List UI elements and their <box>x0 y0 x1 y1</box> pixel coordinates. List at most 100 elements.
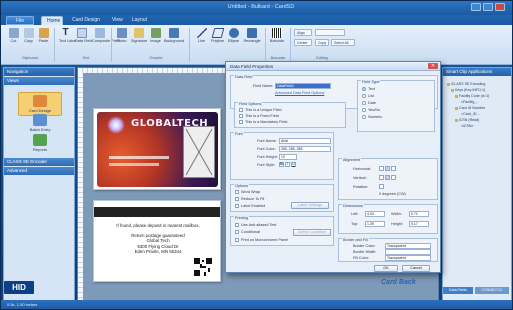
tab-home[interactable]: Home <box>41 16 63 25</box>
align-center-button[interactable] <box>385 166 390 171</box>
name-field[interactable] <box>109 156 169 159</box>
align-bottom-button[interactable] <box>391 175 396 180</box>
unique-field-checkbox[interactable] <box>239 108 243 112</box>
height-input[interactable]: 0.17 <box>409 221 429 227</box>
close-window-button[interactable] <box>495 3 505 11</box>
label-enabled-checkbox[interactable] <box>235 204 239 208</box>
ok-button[interactable]: OK <box>374 265 398 272</box>
photo-placeholder[interactable] <box>183 126 215 178</box>
title-field[interactable] <box>109 163 159 166</box>
align-left-button[interactable] <box>379 166 384 171</box>
tab-view[interactable]: View <box>107 16 125 25</box>
tab-file[interactable]: File <box>6 16 34 25</box>
nav-card-design[interactable]: Card Design <box>18 92 62 116</box>
printing-group: Printing Use Anti-aliased Text Condition… <box>230 216 334 246</box>
word-wrap-checkbox[interactable] <box>235 190 239 194</box>
italic-button[interactable]: I <box>285 162 290 167</box>
rotation-button[interactable] <box>379 184 384 189</box>
tree-item[interactable]: <Card_ID... <box>461 112 479 116</box>
dialog-close-button[interactable]: ✕ <box>428 63 438 69</box>
tree-item[interactable]: <iCSN> <box>461 124 474 128</box>
tree-item[interactable]: Card ID Number <box>455 106 485 110</box>
nav-batch-entry[interactable]: Batch Entry <box>18 114 62 132</box>
tree-item[interactable]: iCLASS SE Encoding <box>447 82 485 86</box>
composite-field-button[interactable]: Composite Field <box>92 27 119 51</box>
mandatory-field-checkbox[interactable] <box>239 120 243 124</box>
define-condition-button[interactable]: Define Condition <box>293 229 331 236</box>
cancel-button[interactable]: Cancel <box>402 265 430 272</box>
copy-icon <box>23 28 34 38</box>
status-bar: 0.5x, 1.00 inches <box>1 300 512 309</box>
align-right-button[interactable] <box>391 166 396 171</box>
align-icons-bar[interactable] <box>315 29 345 36</box>
data-field-button[interactable]: Data Field <box>75 27 92 51</box>
nav-reports[interactable]: Reports <box>18 134 62 152</box>
views-section[interactable]: Views <box>4 77 74 85</box>
border-width-select[interactable] <box>385 249 431 255</box>
type-yesno-radio[interactable] <box>362 108 366 112</box>
type-numeric-radio[interactable] <box>362 115 366 119</box>
ellipse-button[interactable]: Ellipse <box>227 27 240 51</box>
tree-item[interactable]: <Facility_... <box>461 100 479 104</box>
advanced-section[interactable]: Advanced <box>4 167 74 175</box>
fixed-field-checkbox[interactable] <box>239 114 243 118</box>
barcode-button[interactable]: Barcode <box>269 27 285 51</box>
center-button[interactable]: Center <box>294 39 312 46</box>
conditional-checkbox[interactable] <box>235 230 239 234</box>
left-input[interactable]: 4.04 <box>365 211 385 217</box>
font-group: Font Font Name: Arial Font Color: 255, 2… <box>230 132 334 180</box>
text-label-button[interactable]: T Text Label <box>59 27 76 51</box>
tree-item[interactable]: iCSN (Read) <box>455 118 479 122</box>
tab-card-design[interactable]: Card Design <box>67 16 105 25</box>
background-button[interactable]: Background <box>164 27 184 51</box>
copy-button[interactable]: Copy <box>22 27 35 51</box>
paste-button[interactable]: Paste <box>37 27 50 51</box>
tree-item[interactable]: Keys (Key INFO.1) <box>451 88 485 92</box>
select-all-button[interactable]: Select All <box>331 39 355 46</box>
border-color-select[interactable]: Transparent <box>385 243 431 249</box>
polyline-button[interactable]: Polyline <box>211 27 224 51</box>
monochrome-panel-checkbox[interactable] <box>235 238 239 242</box>
reduce-to-fit-checkbox[interactable] <box>235 197 239 201</box>
underline-button[interactable]: U <box>291 162 296 167</box>
signature-button[interactable]: Signature <box>131 27 147 51</box>
advanced-options-link[interactable]: Advanced Data Field Options <box>275 91 324 95</box>
image-button[interactable]: Image <box>149 27 162 51</box>
qr-code[interactable] <box>194 258 212 276</box>
field-name-input[interactable]: DataField1 <box>275 83 331 89</box>
type-date-radio[interactable] <box>362 101 366 105</box>
tab-layout[interactable]: Layout <box>127 16 151 25</box>
maximize-button[interactable] <box>483 3 493 11</box>
tree-item[interactable]: Facility Code (d=1) <box>455 94 489 98</box>
font-name-select[interactable]: Arial <box>279 138 331 144</box>
type-list-radio[interactable] <box>362 94 366 98</box>
font-color-select[interactable]: 255, 255, 255 <box>279 146 331 152</box>
tab-connections[interactable]: CONNECTIO <box>475 287 509 294</box>
dialog-title-bar[interactable]: Data Field Properties ✕ <box>226 62 440 71</box>
bold-button[interactable]: B <box>279 162 284 167</box>
line-button[interactable]: Line <box>195 27 208 51</box>
top-input[interactable]: 1.39 <box>365 221 385 227</box>
align-middle-button[interactable] <box>385 175 390 180</box>
align-top-button[interactable] <box>379 175 384 180</box>
align-button[interactable]: Align <box>294 29 312 36</box>
rectangle-button[interactable]: Rectangle <box>243 27 261 51</box>
return-address[interactable]: If found, please deposit in nearest mail… <box>102 223 214 255</box>
width-input[interactable]: 0.71 <box>409 211 429 217</box>
font-height-select[interactable]: 10 <box>279 154 297 160</box>
minimize-button[interactable] <box>471 3 481 11</box>
label-settings-button[interactable]: Label Settings <box>291 202 329 209</box>
copy-mini-button[interactable]: Copy <box>315 39 329 46</box>
photo-button[interactable]: Photo <box>115 27 128 51</box>
fill-color-select[interactable]: Transparent <box>385 255 431 261</box>
cut-button[interactable]: Cut <box>7 27 20 51</box>
tab-data-fields[interactable]: Data Fields <box>443 287 473 294</box>
zoom-readout: 0.5x, 1.00 inches <box>7 302 38 307</box>
type-text-radio[interactable] <box>362 87 366 91</box>
encoder-section[interactable]: CLASS SE Encoder <box>4 158 74 166</box>
card-front[interactable]: GLOBALTECH <box>93 108 221 190</box>
data-field-icon <box>76 28 87 38</box>
card-back[interactable]: If found, please deposit in nearest mail… <box>93 200 221 282</box>
anti-aliased-checkbox[interactable] <box>235 223 239 227</box>
line-icon <box>196 28 207 38</box>
